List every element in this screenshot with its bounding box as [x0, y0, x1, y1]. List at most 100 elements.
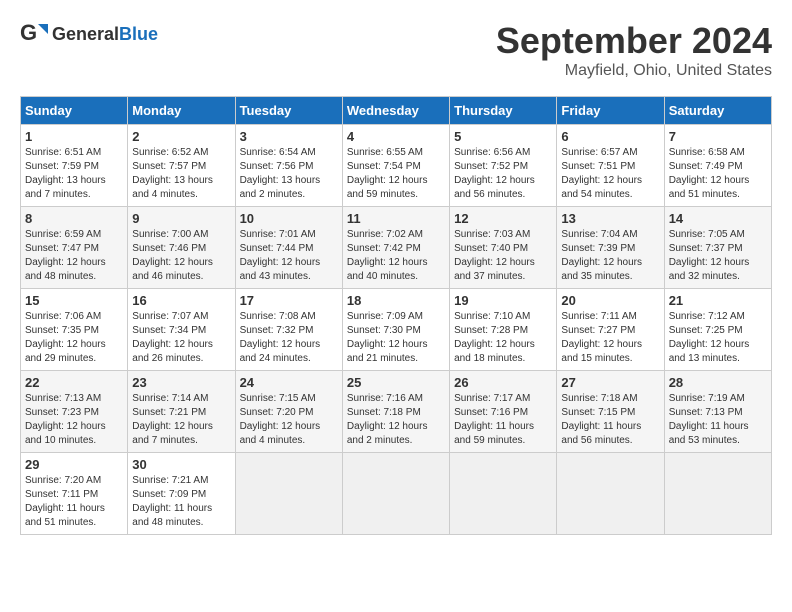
column-header-saturday: Saturday — [664, 97, 771, 125]
calendar-cell: 27 Sunrise: 7:18 AMSunset: 7:15 PMDayligh… — [557, 371, 664, 453]
day-detail: Sunrise: 7:18 AMSunset: 7:15 PMDaylight:… — [561, 392, 659, 448]
day-detail: Sunrise: 7:08 AMSunset: 7:32 PMDaylight:… — [240, 310, 338, 366]
calendar-cell: 15Sunrise: 7:06 AMSunset: 7:35 PMDayligh… — [21, 289, 128, 371]
day-detail: Sunrise: 7:09 AMSunset: 7:30 PMDaylight:… — [347, 310, 445, 366]
day-detail: Sunrise: 7:02 AMSunset: 7:42 PMDaylight:… — [347, 228, 445, 284]
calendar-cell: 16 Sunrise: 7:07 AMSunset: 7:34 PMDayligh… — [128, 289, 235, 371]
calendar-cell: 9 Sunrise: 7:00 AMSunset: 7:46 PMDaylight… — [128, 207, 235, 289]
day-detail: Sunrise: 6:58 AMSunset: 7:49 PMDaylight:… — [669, 146, 767, 202]
day-number: 16 — [132, 293, 230, 308]
calendar-cell: 29 Sunrise: 7:20 AMSunset: 7:11 PMDayligh… — [21, 453, 128, 535]
page-header: G GeneralBlue September 2024 Mayfield, O… — [20, 20, 772, 80]
column-header-monday: Monday — [128, 97, 235, 125]
day-detail: Sunrise: 7:05 AMSunset: 7:37 PMDaylight:… — [669, 228, 767, 284]
calendar-cell: 7Sunrise: 6:58 AMSunset: 7:49 PMDaylight… — [664, 125, 771, 207]
day-number: 13 — [561, 211, 659, 226]
day-detail: Sunrise: 7:01 AMSunset: 7:44 PMDaylight:… — [240, 228, 338, 284]
calendar-cell: 25 Sunrise: 7:16 AMSunset: 7:18 PMDayligh… — [342, 371, 449, 453]
day-number: 26 — [454, 375, 552, 390]
day-detail: Sunrise: 7:00 AMSunset: 7:46 PMDaylight:… — [132, 228, 230, 284]
column-header-friday: Friday — [557, 97, 664, 125]
day-detail: Sunrise: 7:04 AMSunset: 7:39 PMDaylight:… — [561, 228, 659, 284]
column-header-sunday: Sunday — [21, 97, 128, 125]
day-number: 17 — [240, 293, 338, 308]
calendar-cell: 26 Sunrise: 7:17 AMSunset: 7:16 PMDayligh… — [450, 371, 557, 453]
calendar-table: SundayMondayTuesdayWednesdayThursdayFrid… — [20, 96, 772, 535]
day-detail: Sunrise: 7:17 AMSunset: 7:16 PMDaylight:… — [454, 392, 552, 448]
calendar-cell: 13 Sunrise: 7:04 AMSunset: 7:39 PMDayligh… — [557, 207, 664, 289]
calendar-header-row: SundayMondayTuesdayWednesdayThursdayFrid… — [21, 97, 772, 125]
day-detail: Sunrise: 7:03 AMSunset: 7:40 PMDaylight:… — [454, 228, 552, 284]
day-number: 10 — [240, 211, 338, 226]
title-area: September 2024 Mayfield, Ohio, United St… — [496, 20, 772, 80]
day-detail: Sunrise: 7:11 AMSunset: 7:27 PMDaylight:… — [561, 310, 659, 366]
calendar-cell: 8 Sunrise: 6:59 AMSunset: 7:47 PMDaylight… — [21, 207, 128, 289]
logo-general-text: General — [52, 24, 119, 44]
day-detail: Sunrise: 7:10 AMSunset: 7:28 PMDaylight:… — [454, 310, 552, 366]
calendar-cell: 22Sunrise: 7:13 AMSunset: 7:23 PMDayligh… — [21, 371, 128, 453]
day-detail: Sunrise: 6:59 AMSunset: 7:47 PMDaylight:… — [25, 228, 123, 284]
calendar-cell: 5 Sunrise: 6:56 AMSunset: 7:52 PMDaylight… — [450, 125, 557, 207]
calendar-cell: 19 Sunrise: 7:10 AMSunset: 7:28 PMDayligh… — [450, 289, 557, 371]
calendar-cell: 21 Sunrise: 7:12 AMSunset: 7:25 PMDayligh… — [664, 289, 771, 371]
day-number: 27 — [561, 375, 659, 390]
day-number: 21 — [669, 293, 767, 308]
logo-blue-text: Blue — [119, 24, 158, 44]
day-number: 30 — [132, 457, 230, 472]
day-detail: Sunrise: 6:52 AMSunset: 7:57 PMDaylight:… — [132, 146, 230, 202]
calendar-cell: 17 Sunrise: 7:08 AMSunset: 7:32 PMDayligh… — [235, 289, 342, 371]
day-detail: Sunrise: 7:20 AMSunset: 7:11 PMDaylight:… — [25, 474, 123, 530]
day-number: 12 — [454, 211, 552, 226]
day-number: 20 — [561, 293, 659, 308]
day-detail: Sunrise: 7:12 AMSunset: 7:25 PMDaylight:… — [669, 310, 767, 366]
calendar-cell — [342, 453, 449, 535]
column-header-wednesday: Wednesday — [342, 97, 449, 125]
calendar-cell: 11 Sunrise: 7:02 AMSunset: 7:42 PMDayligh… — [342, 207, 449, 289]
calendar-cell: 23Sunrise: 7:14 AMSunset: 7:21 PMDayligh… — [128, 371, 235, 453]
day-number: 11 — [347, 211, 445, 226]
day-number: 23 — [132, 375, 230, 390]
day-number: 1 — [25, 129, 123, 144]
day-number: 9 — [132, 211, 230, 226]
day-detail: Sunrise: 6:51 AMSunset: 7:59 PMDaylight:… — [25, 146, 123, 202]
day-detail: Sunrise: 6:55 AMSunset: 7:54 PMDaylight:… — [347, 146, 445, 202]
calendar-row-0: 1 Sunrise: 6:51 AMSunset: 7:59 PMDaylight… — [21, 125, 772, 207]
day-detail: Sunrise: 6:57 AMSunset: 7:51 PMDaylight:… — [561, 146, 659, 202]
svg-text:G: G — [20, 20, 37, 45]
day-number: 25 — [347, 375, 445, 390]
calendar-cell: 1 Sunrise: 6:51 AMSunset: 7:59 PMDaylight… — [21, 125, 128, 207]
calendar-cell — [664, 453, 771, 535]
day-number: 3 — [240, 129, 338, 144]
day-detail: Sunrise: 7:16 AMSunset: 7:18 PMDaylight:… — [347, 392, 445, 448]
calendar-row-3: 22Sunrise: 7:13 AMSunset: 7:23 PMDayligh… — [21, 371, 772, 453]
day-number: 4 — [347, 129, 445, 144]
calendar-cell: 3 Sunrise: 6:54 AMSunset: 7:56 PMDaylight… — [235, 125, 342, 207]
day-number: 29 — [25, 457, 123, 472]
day-number: 19 — [454, 293, 552, 308]
calendar-cell — [235, 453, 342, 535]
day-detail: Sunrise: 7:19 AMSunset: 7:13 PMDaylight:… — [669, 392, 767, 448]
calendar-cell: 28Sunrise: 7:19 AMSunset: 7:13 PMDayligh… — [664, 371, 771, 453]
calendar-cell: 4 Sunrise: 6:55 AMSunset: 7:54 PMDaylight… — [342, 125, 449, 207]
calendar-cell: 18 Sunrise: 7:09 AMSunset: 7:30 PMDayligh… — [342, 289, 449, 371]
calendar-cell: 10 Sunrise: 7:01 AMSunset: 7:44 PMDayligh… — [235, 207, 342, 289]
day-detail: Sunrise: 7:07 AMSunset: 7:34 PMDaylight:… — [132, 310, 230, 366]
logo-icon: G — [20, 20, 48, 48]
calendar-row-1: 8 Sunrise: 6:59 AMSunset: 7:47 PMDaylight… — [21, 207, 772, 289]
day-detail: Sunrise: 6:54 AMSunset: 7:56 PMDaylight:… — [240, 146, 338, 202]
day-detail: Sunrise: 7:15 AMSunset: 7:20 PMDaylight:… — [240, 392, 338, 448]
day-number: 24 — [240, 375, 338, 390]
page-title: September 2024 — [496, 20, 772, 62]
day-number: 2 — [132, 129, 230, 144]
page-subtitle: Mayfield, Ohio, United States — [496, 62, 772, 80]
day-number: 22 — [25, 375, 123, 390]
column-header-thursday: Thursday — [450, 97, 557, 125]
calendar-cell: 6Sunrise: 6:57 AMSunset: 7:51 PMDaylight… — [557, 125, 664, 207]
calendar-cell: 24 Sunrise: 7:15 AMSunset: 7:20 PMDayligh… — [235, 371, 342, 453]
day-number: 18 — [347, 293, 445, 308]
calendar-cell — [557, 453, 664, 535]
day-detail: Sunrise: 6:56 AMSunset: 7:52 PMDaylight:… — [454, 146, 552, 202]
calendar-row-4: 29 Sunrise: 7:20 AMSunset: 7:11 PMDayligh… — [21, 453, 772, 535]
day-number: 5 — [454, 129, 552, 144]
day-number: 8 — [25, 211, 123, 226]
